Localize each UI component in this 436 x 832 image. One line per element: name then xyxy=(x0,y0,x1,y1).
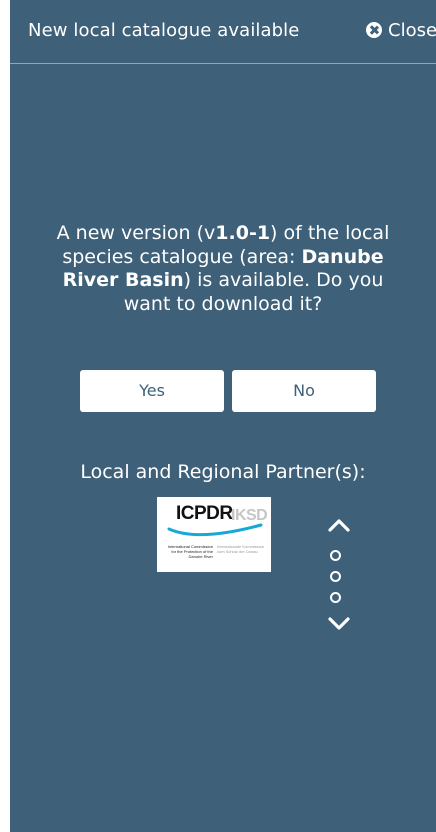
logo-name: ICPDR xyxy=(176,503,233,524)
message-part1: A new version (v xyxy=(56,222,216,244)
logo-wordmark: ICPDR IKSD xyxy=(157,503,271,525)
logo-subtitle-de: Internationale Kommission zum Schutz der… xyxy=(217,544,265,554)
update-message: A new version (v1.0-1) of the local spec… xyxy=(50,222,396,316)
chevron-up-icon[interactable] xyxy=(328,518,350,532)
river-swoosh-icon xyxy=(167,523,263,537)
carousel-dot-3[interactable] xyxy=(330,592,341,603)
chevron-down-icon[interactable] xyxy=(328,617,350,631)
yes-button[interactable]: Yes xyxy=(80,370,224,412)
catalogue-dialog: New local catalogue available Close A ne… xyxy=(10,0,436,832)
icpdr-partner-logo[interactable]: ICPDR IKSD International Commission for … xyxy=(157,497,271,572)
close-label: Close xyxy=(388,20,436,41)
close-circle-icon xyxy=(366,22,382,38)
logo-subtitle-en: International Commission for the Protect… xyxy=(167,544,213,559)
close-button[interactable]: Close xyxy=(366,20,436,41)
dialog-header: New local catalogue available Close xyxy=(10,0,436,64)
dialog-title: New local catalogue available xyxy=(28,20,300,41)
carousel-dot-2[interactable] xyxy=(330,571,341,582)
message-version: 1.0-1 xyxy=(215,222,271,244)
partners-label: Local and Regional Partner(s): xyxy=(80,461,366,483)
carousel-dot-1[interactable] xyxy=(330,550,341,561)
no-button[interactable]: No xyxy=(232,370,376,412)
